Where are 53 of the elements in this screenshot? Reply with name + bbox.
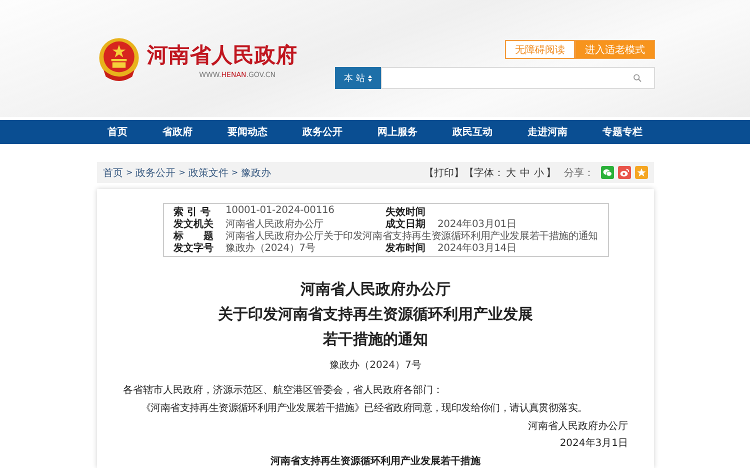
breadcrumb-link[interactable]: 政策文件 <box>188 166 228 180</box>
breadcrumb-link[interactable]: 首页 <box>103 166 123 180</box>
salutation: 各省辖市人民政府，济源示范区、航空港区管委会，省人民政府各部门： <box>123 384 444 398</box>
meta-label: 发布时间 <box>386 242 426 256</box>
emblem-icon <box>97 37 141 81</box>
font-size-link[interactable]: 大 <box>506 166 516 180</box>
section-title: 河南省支持再生资源循环利用产业发展若干措施 <box>270 454 480 468</box>
nav-link[interactable]: 走进河南 <box>528 125 568 140</box>
meta-value: 2024年03月14日 <box>438 242 516 256</box>
meta-label: 索 引 号 <box>174 206 212 218</box>
font-size-bracket: 】 <box>546 166 556 180</box>
document-title: 河南省人民政府办公厅 <box>300 279 450 300</box>
nav-link[interactable]: 政务公开 <box>302 125 342 140</box>
breadcrumb-link[interactable]: 豫政办 <box>241 166 272 180</box>
meta-value: 河南省人民政府办公厅 <box>226 218 324 230</box>
print-link[interactable]: 【打印】 <box>424 166 464 180</box>
nav-link[interactable]: 政民互动 <box>452 125 492 140</box>
star-share-icon[interactable] <box>635 166 648 180</box>
nav-link[interactable]: 省政府 <box>162 125 192 140</box>
breadcrumb-separator: > <box>178 168 186 178</box>
wechat-share-icon[interactable] <box>601 166 614 180</box>
breadcrumb-separator: > <box>231 168 238 178</box>
nav-link[interactable]: 专题专栏 <box>602 125 642 140</box>
share-label: 分享： <box>564 166 594 180</box>
font-size-label: 【字体： <box>464 166 504 180</box>
nav-link[interactable]: 要闻动态 <box>228 125 268 140</box>
meta-label: 发文字号 <box>174 241 214 256</box>
meta-label: 标 题 <box>174 230 214 242</box>
meta-label: 发文机关 <box>174 218 214 230</box>
document-title: 关于印发河南省支持再生资源循环利用产业发展 <box>218 304 533 326</box>
sort-arrows-icon <box>368 74 372 82</box>
search-icon[interactable] <box>633 73 642 83</box>
site-name: 河南省人民政府 <box>147 42 298 69</box>
signer: 河南省人民政府办公厅 <box>528 420 628 434</box>
meta-label: 失效时间 <box>386 206 426 218</box>
meta-value: 豫政办（2024）7号 <box>226 242 316 256</box>
meta-label: 成文日期 <box>386 218 426 230</box>
font-size-link[interactable]: 中 <box>520 166 530 180</box>
search-field[interactable] <box>381 67 655 89</box>
meta-value: 10001-01-2024-00116 <box>226 205 334 218</box>
document-date: 2024年3月1日 <box>560 437 628 452</box>
body-paragraph: 《河南省支持再生资源循环利用产业发展若干措施》已经省政府同意，现印发给你们，请认真贯彻落实。 <box>140 402 588 416</box>
nav-link[interactable]: 首页 <box>108 125 128 140</box>
weibo-share-icon[interactable] <box>618 166 631 180</box>
meta-value: 2024年03月01日 <box>438 218 516 230</box>
document-title: 若干措施的通知 <box>323 329 428 350</box>
document-number: 豫政办（2024）7号 <box>330 358 422 372</box>
breadcrumb-separator: > <box>126 168 133 178</box>
breadcrumb-link[interactable]: 政务公开 <box>136 166 176 180</box>
meta-value: 河南省人民政府办公厅关于印发河南省支持再生资源循环利用产业发展若干措施的通知 <box>226 230 598 242</box>
font-size-link[interactable]: 小 <box>534 166 544 180</box>
nav-link[interactable]: 网上服务 <box>378 125 418 140</box>
search-scope-select[interactable]: 本 站 <box>335 67 381 89</box>
